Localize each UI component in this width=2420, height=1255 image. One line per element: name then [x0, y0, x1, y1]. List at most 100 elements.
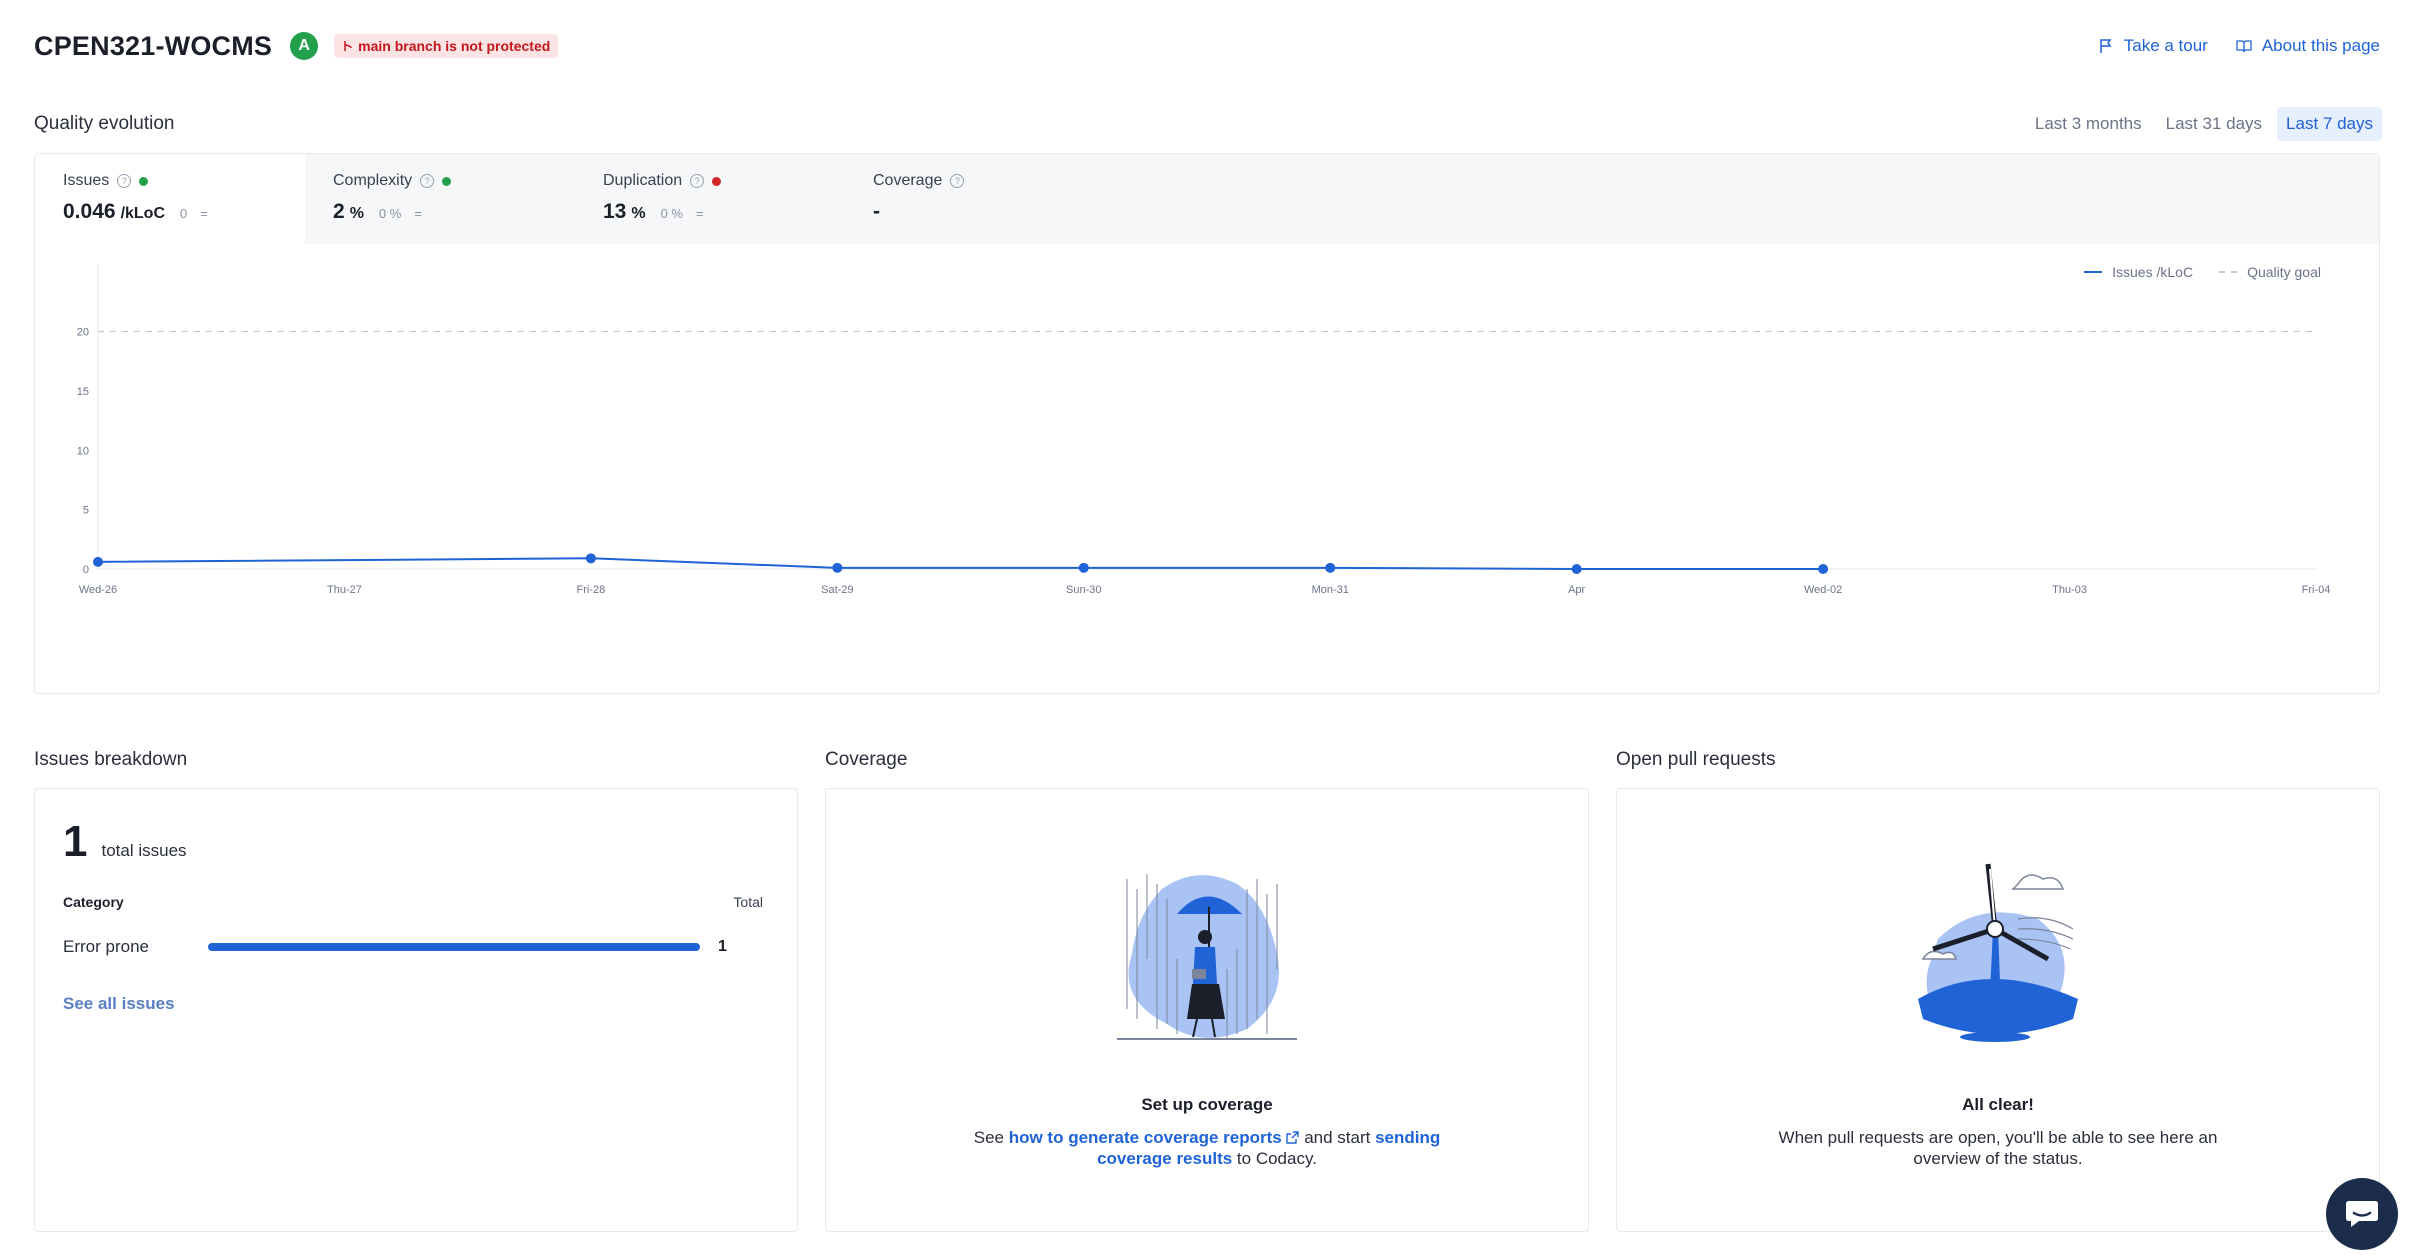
branch-icon — [344, 41, 352, 51]
metric-tab-issues[interactable]: Issues? 0.046/kLoC 0 = — [35, 154, 305, 244]
coverage-empty-title: Set up coverage — [1141, 1095, 1273, 1114]
metric-value: 0.046 — [63, 200, 116, 223]
y-tick-label: 10 — [77, 445, 89, 457]
range-tab-7-days[interactable]: Last 7 days — [2277, 107, 2382, 141]
legend-line — [2084, 271, 2103, 273]
see-all-issues-link[interactable]: See all issues — [63, 994, 175, 1014]
metric-tab-coverage[interactable]: Coverage? - — [845, 154, 1115, 244]
about-page-link[interactable]: About this page — [2236, 36, 2380, 56]
about-page-label: About this page — [2261, 36, 2380, 55]
metric-tabs: Issues? 0.046/kLoC 0 = Complexity? 2% 0 % = … — [35, 154, 2379, 244]
metric-unit: /kLoC — [120, 205, 166, 222]
y-tick-label: 20 — [77, 327, 89, 339]
coverage-reports-link-label: how to generate coverage reports — [1008, 1128, 1282, 1147]
x-tick-label: Fri-28 — [577, 584, 606, 596]
x-tick-label: Sun-30 — [1066, 584, 1101, 596]
book-icon — [2236, 40, 2252, 53]
breakdown-table-header: Category Total — [63, 894, 763, 910]
metric-tab-duplication[interactable]: Duplication? 13% 0 % = — [575, 154, 845, 244]
legend-dash — [2219, 271, 2238, 273]
x-tick-label: Thu-27 — [327, 584, 362, 596]
status-dot-green — [139, 176, 149, 186]
info-icon[interactable]: ? — [950, 174, 965, 188]
metric-unit: % — [349, 205, 364, 222]
legend-item-series[interactable]: Issues /kLoC — [2084, 264, 2193, 280]
coverage-text-2: and start — [1299, 1128, 1376, 1147]
x-tick-label: Sat-29 — [821, 584, 853, 596]
coverage-text-1: See — [973, 1128, 1009, 1147]
breakdown-row[interactable]: Error prone 1 — [63, 937, 763, 957]
coverage-empty-text: See how to generate coverage reports and… — [972, 1127, 1442, 1169]
x-tick-label: Mon-31 — [1312, 584, 1349, 596]
x-tick-label: Thu-03 — [2052, 584, 2087, 596]
x-tick-label: Wed-26 — [79, 584, 117, 596]
metric-label: Complexity — [333, 172, 413, 189]
page-header: CPEN321-WOCMS A main branch is not prote… — [34, 28, 2380, 64]
external-link-icon — [1286, 1131, 1300, 1144]
metric-trend: = — [200, 206, 208, 221]
info-icon[interactable]: ? — [420, 174, 435, 188]
coverage-text-3: to Codacy. — [1232, 1149, 1317, 1168]
take-tour-label: Take a tour — [2123, 36, 2208, 55]
chart-area: 0 5 10 15 20 Wed-26 Thu-27 Fri-28 Sat-29 Sun-30 Mo… — [35, 244, 2379, 694]
metric-value: - — [873, 200, 880, 223]
metric-delta: 0 % — [660, 206, 683, 221]
status-dot-red — [712, 176, 722, 186]
data-point — [1078, 562, 1089, 573]
total-column-header: Total — [733, 894, 763, 910]
pull-requests-empty-text: When pull requests are open, you'll be a… — [1778, 1128, 2218, 1168]
category-column-header: Category — [63, 894, 124, 910]
metric-delta: 0 — [180, 206, 188, 221]
x-tick-label: Apr — [1568, 584, 1585, 596]
x-tick-label: Wed-02 — [1804, 584, 1842, 596]
legend-series-label: Issues /kLoC — [2112, 264, 2194, 280]
legend-item-goal[interactable]: Quality goal — [2219, 264, 2321, 280]
breakdown-category: Error prone — [63, 937, 149, 956]
take-tour-link[interactable]: Take a tour — [2098, 36, 2208, 56]
metric-label: Duplication — [603, 172, 683, 189]
range-tabs: Last 3 months Last 31 days Last 7 days — [2026, 107, 2382, 141]
metric-trend: = — [414, 206, 422, 221]
coverage-reports-link[interactable]: how to generate coverage reports — [1009, 1128, 1300, 1147]
grade-badge: A — [290, 32, 319, 60]
branch-warning-text: main branch is not protected — [358, 38, 551, 54]
range-tab-3-months[interactable]: Last 3 months — [2026, 107, 2151, 141]
range-tab-31-days[interactable]: Last 31 days — [2157, 107, 2271, 141]
metric-tab-complexity[interactable]: Complexity? 2% 0 % = — [305, 154, 575, 244]
metric-value: 2 — [333, 200, 345, 223]
metric-value: 13 — [603, 200, 627, 223]
flag-icon — [2099, 39, 2112, 53]
total-issues-count: 1 — [63, 817, 88, 866]
series-line — [97, 557, 1824, 570]
data-point — [93, 556, 103, 567]
info-icon[interactable]: ? — [117, 174, 132, 188]
metric-label: Issues — [63, 172, 110, 189]
y-tick-label: 15 — [77, 386, 89, 398]
windmill-illustration — [1918, 863, 2078, 1042]
info-icon[interactable]: ? — [690, 174, 705, 188]
y-tick-label: 5 — [83, 505, 89, 517]
pull-requests-heading: Open pull requests — [1616, 749, 1776, 770]
legend-goal-label: Quality goal — [2247, 264, 2321, 280]
x-tick-label: Fri-04 — [2302, 584, 2331, 596]
quality-evolution-card: Issues? 0.046/kLoC 0 = Complexity? 2% 0 % = … — [34, 153, 2380, 694]
metric-delta: 0 % — [378, 206, 402, 221]
umbrella-illustration — [1117, 874, 1297, 1040]
issues-breakdown-card: 1 total issues Category Total Error pron… — [34, 788, 798, 1232]
data-point — [1571, 564, 1582, 574]
coverage-card: Set up coverage See how to generate cove… — [825, 788, 1589, 1232]
status-dot-green — [442, 176, 452, 186]
chat-button[interactable] — [2326, 1178, 2398, 1250]
data-point — [1325, 562, 1336, 573]
y-tick-label: 0 — [83, 564, 89, 576]
metric-label: Coverage — [873, 172, 943, 189]
metric-unit: % — [631, 205, 646, 222]
header-links: Take a tour About this page — [2098, 36, 2380, 56]
issues-breakdown-heading: Issues breakdown — [34, 749, 188, 770]
pull-requests-card: All clear! When pull requests are open, … — [1616, 788, 2380, 1232]
total-issues: 1 total issues — [63, 817, 187, 867]
branch-warning-badge: main branch is not protected — [334, 34, 559, 58]
data-point — [1818, 564, 1829, 574]
breakdown-bar — [208, 943, 700, 951]
pull-requests-empty-title: All clear! — [1962, 1095, 2034, 1114]
